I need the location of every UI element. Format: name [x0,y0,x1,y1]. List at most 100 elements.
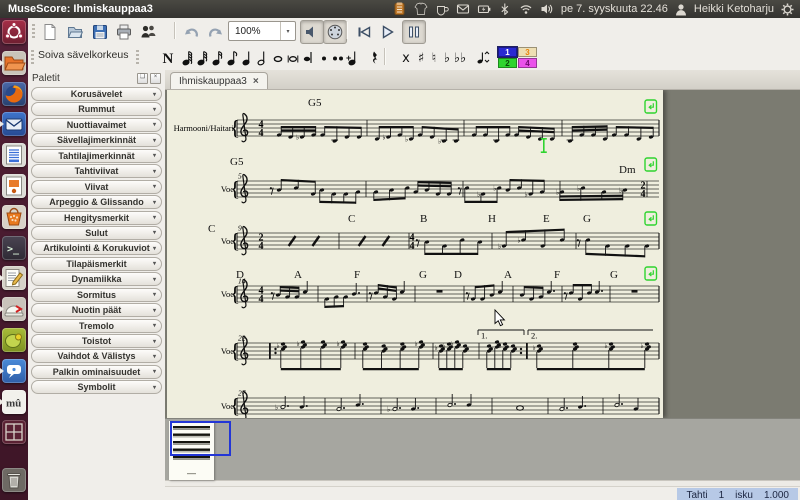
chord-symbol[interactable]: C [348,213,355,225]
chord-symbol[interactable]: D [454,269,462,281]
mail-icon[interactable] [456,2,470,16]
open-file-button[interactable] [63,20,87,44]
staff-label[interactable]: Harmooni/Haitari [174,123,235,133]
chord-symbol[interactable]: G [610,269,618,281]
palette-item-arpeggio-glissando[interactable]: Arpeggio & Glissando▾ [31,195,162,209]
tshirt-icon[interactable] [414,2,428,16]
palette-item-hengitysmerkit[interactable]: Hengitysmerkit▾ [31,211,162,225]
voice-3-button[interactable]: 3 [518,47,537,57]
bluetooth-icon[interactable] [498,2,512,16]
volume-icon[interactable] [540,2,554,16]
line-break-marker[interactable] [645,158,657,171]
toolbar-grip[interactable] [32,24,35,38]
launcher-item-green-app[interactable] [2,328,26,352]
pause-button[interactable] [402,20,426,44]
new-score-button[interactable] [38,20,62,44]
save-button[interactable] [88,20,112,44]
toolbar-grip[interactable] [31,50,34,64]
voice-1-button[interactable]: 1 [498,47,517,57]
palette-item-palkin-ominaisuudet[interactable]: Palkin ominaisuudet▾ [31,365,162,379]
launcher-item-ubuntu-dash[interactable] [2,20,26,44]
staff-label[interactable]: Voc [221,346,234,356]
chord-symbol[interactable]: F [354,269,360,281]
palette-item-nuottiavaimet[interactable]: Nuottiavaimet▾ [31,118,162,132]
staff-label[interactable]: Voc [221,236,234,246]
battery-icon[interactable] [477,2,491,16]
launcher-item-terminal[interactable]: >_ [2,236,26,260]
volta-label[interactable]: 1. [481,331,487,341]
toolbar-grip[interactable] [136,50,139,64]
palette-item-viivat[interactable]: Viivat▾ [31,180,162,194]
launcher-item-libreoffice-writer[interactable] [2,143,26,167]
print-button[interactable] [112,20,136,44]
sys-4[interactable]: {Voc1444DAFGDAFG [221,267,659,308]
voice-2-button[interactable]: 2 [498,58,517,68]
launcher-item-firefox[interactable] [2,82,26,106]
chord-symbol[interactable]: Dm [619,164,636,176]
line-break-marker[interactable] [645,100,657,113]
redo-button[interactable] [203,20,227,44]
chord-symbol[interactable]: B [420,213,427,225]
launcher-item-trash[interactable] [2,468,26,492]
palette-item-sormitus[interactable]: Sormitus▾ [31,288,162,302]
sys-3[interactable]: {Voc92444♭♭CCBHEG [208,212,659,257]
line-break-marker[interactable] [645,267,657,280]
voice-4-button[interactable]: 4 [518,58,537,68]
palette-item-sulut[interactable]: Sulut▾ [31,226,162,240]
score-page[interactable]: {Harmooni/Haitari44♭♭♭♭G5{Voc524♭♭♭♭♭♭G5… [167,90,663,418]
line-break-marker[interactable] [645,212,657,225]
palette-item-tahtiviivat[interactable]: Tahtiviivat▾ [31,164,162,178]
palette-float-button[interactable]: ❏ [137,73,148,84]
navigator-viewport[interactable] [170,421,231,456]
palette-item-savellajimerkinnat[interactable]: Sävellajimerkinnät▾ [31,133,162,147]
staff-label[interactable]: Voc [221,289,234,299]
palette-item-dynamiikka[interactable]: Dynamiikka▾ [31,272,162,286]
musescore-connect-button[interactable] [136,20,160,44]
staff-label[interactable]: Voc [221,184,234,194]
tab-close-icon[interactable]: × [253,76,259,87]
palette-item-tremolo[interactable]: Tremolo▾ [31,319,162,333]
chord-symbol[interactable]: G5 [230,156,244,168]
sys-6[interactable]: {Voc27♭♭ [221,389,659,419]
midi-input-button[interactable] [323,20,347,44]
chord-symbol[interactable]: H [488,213,496,225]
chord-symbol[interactable]: F [554,269,560,281]
palette-item-nuotin-paat[interactable]: Nuotin päät▾ [31,303,162,317]
chord-symbol[interactable]: G [583,213,591,225]
gear-icon[interactable] [781,3,794,16]
chord-symbol[interactable]: G5 [308,97,322,109]
chord-symbol[interactable]: C [208,223,215,235]
volta-label[interactable]: 2. [531,331,537,341]
palette-item-korusavelet[interactable]: Korusävelet▾ [31,87,162,101]
play-button[interactable] [375,20,399,44]
palette-item-rummut[interactable]: Rummut▾ [31,102,162,116]
navigator-panel[interactable] [165,418,800,480]
launcher-item-workspace-switcher[interactable] [2,420,26,444]
tie-button[interactable]: + [342,46,366,70]
palette-item-tilapaismerkit[interactable]: Tilapäismerkit▾ [31,257,162,271]
chord-symbol[interactable]: A [294,269,302,281]
chord-symbol[interactable]: E [543,213,550,225]
undo-button[interactable] [180,20,204,44]
sys-2[interactable]: {Voc524♭♭♭♭♭♭G5Dm [221,156,659,204]
sys-5[interactable]: {Voc221.2.♭♭♭♭♭♭♭♭♭♭♭ [221,330,659,370]
staff-label[interactable]: Voc [221,401,234,411]
score-canvas[interactable]: {Harmooni/Haitari44♭♭♭♭G5{Voc524♭♭♭♭♭♭G5… [165,90,800,418]
sys-1[interactable]: {Harmooni/Haitari44♭♭♭♭G5 [174,97,659,146]
flip-direction-button[interactable] [470,46,494,70]
palette-item-toistot[interactable]: Toistot▾ [31,334,162,348]
chord-symbol[interactable]: A [504,269,512,281]
concert-pitch-toggle[interactable]: Soiva sävelkorkeus [38,49,128,61]
palette-item-artikulointi-korukuviot[interactable]: Artikulointi & Korukuviot▾ [31,241,162,255]
clipboard-icon[interactable] [393,2,407,16]
wifi-icon[interactable] [519,2,533,16]
launcher-item-libreoffice-impress[interactable] [2,174,26,198]
rewind-button[interactable] [352,20,376,44]
palette-item-symbolit[interactable]: Symbolit▾ [31,380,162,394]
chord-symbol[interactable]: G [419,269,427,281]
user-name[interactable]: Heikki Ketoharju [694,3,774,15]
clock[interactable]: pe 7. syyskuuta 22.46 [561,3,668,15]
tab-ihmiskauppaa3[interactable]: Ihmiskauppaa3 × [170,72,268,89]
coffee-icon[interactable] [435,2,449,16]
palette-close-button[interactable]: × [150,73,161,84]
